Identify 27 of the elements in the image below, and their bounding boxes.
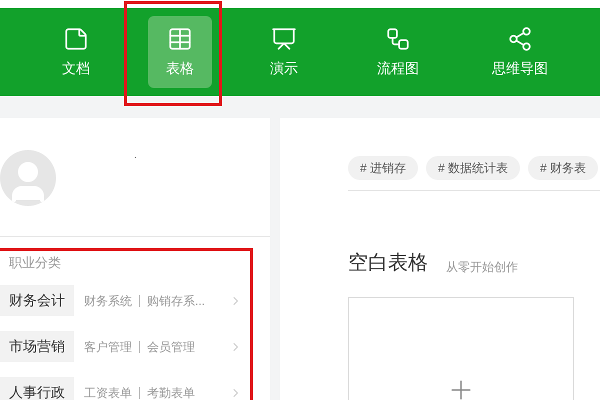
- section-title: 职业分类: [9, 254, 62, 272]
- presentation-icon: [271, 26, 297, 52]
- section-heading: 空白表格: [348, 251, 428, 276]
- nav-tab[interactable]: 文档: [44, 16, 108, 88]
- document-icon: [63, 26, 89, 52]
- tag-chip[interactable]: # 财务表: [528, 156, 598, 180]
- tag-chip[interactable]: # 数据统计表: [426, 156, 520, 180]
- category-link[interactable]: 财务系统: [84, 292, 132, 310]
- nav-tab[interactable]: 演示: [252, 16, 316, 88]
- category-link[interactable]: 客户管理: [84, 338, 132, 356]
- table-icon: [167, 26, 193, 52]
- category-link[interactable]: 考勤表单: [147, 384, 195, 400]
- user-name: .: [134, 150, 137, 162]
- category-link[interactable]: 工资表单: [84, 384, 132, 400]
- nav-tab[interactable]: 表格: [148, 16, 212, 88]
- section-subtitle: 从零开始创作: [446, 259, 518, 276]
- new-sheet-card[interactable]: [348, 297, 574, 400]
- tag-chip[interactable]: # 进销存: [348, 156, 418, 180]
- share-nodes-icon: [507, 26, 533, 52]
- category-label: 人事行政: [0, 377, 74, 400]
- category-link[interactable]: 会员管理: [147, 338, 195, 356]
- category-label: 市场营销: [0, 331, 74, 362]
- flowchart-icon: [385, 26, 411, 52]
- nav-tab[interactable]: 思维导图: [488, 16, 552, 88]
- category-link[interactable]: 购销存系...: [147, 292, 206, 310]
- nav-tab[interactable]: 流程图: [366, 16, 430, 88]
- category-label: 财务会计: [0, 285, 74, 316]
